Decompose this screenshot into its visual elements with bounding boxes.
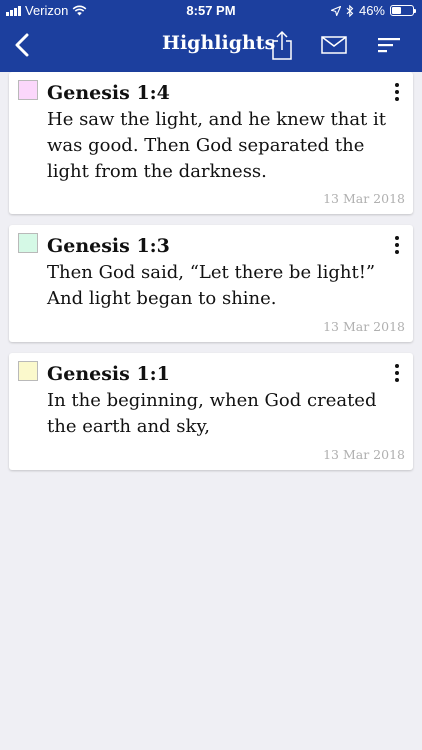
highlights-list: Genesis 1:4 He saw the light, and he kne… xyxy=(9,72,413,481)
page-title: Highlights xyxy=(162,32,276,54)
verse-reference: Genesis 1:4 xyxy=(47,82,170,104)
share-icon xyxy=(272,30,292,60)
battery-icon xyxy=(390,5,416,16)
app-header: Verizon 8:57 PM 46% Highlights xyxy=(0,0,422,72)
highlight-date: 13 Mar 2018 xyxy=(323,191,405,206)
location-arrow-icon xyxy=(330,5,341,16)
verse-text: In the beginning, when God created the e… xyxy=(47,390,377,437)
highlight-date: 13 Mar 2018 xyxy=(323,447,405,462)
more-options-button[interactable] xyxy=(389,234,405,256)
highlight-date: 13 Mar 2018 xyxy=(323,319,405,334)
highlight-card[interactable]: Genesis 1:3 Then God said, “Let there be… xyxy=(9,225,413,342)
battery-percent: 46% xyxy=(358,3,385,18)
verse-text: Then God said, “Let there be light!” And… xyxy=(47,262,376,309)
bluetooth-icon xyxy=(346,4,354,17)
more-vertical-icon xyxy=(395,83,399,87)
verse-text: He saw the light, and he knew that it wa… xyxy=(47,109,386,182)
sort-icon xyxy=(378,38,400,53)
status-right: 46% xyxy=(330,3,416,18)
verse-reference: Genesis 1:3 xyxy=(47,235,170,257)
verse-reference: Genesis 1:1 xyxy=(47,363,170,385)
highlight-card[interactable]: Genesis 1:1 In the beginning, when God c… xyxy=(9,353,413,470)
more-options-button[interactable] xyxy=(389,81,405,103)
highlight-color-swatch xyxy=(18,361,38,381)
highlight-card[interactable]: Genesis 1:4 He saw the light, and he kne… xyxy=(9,72,413,214)
highlight-color-swatch xyxy=(18,80,38,100)
navigation-bar: Highlights xyxy=(0,22,422,72)
more-vertical-icon xyxy=(395,364,399,368)
sort-button[interactable] xyxy=(371,28,407,62)
status-bar: Verizon 8:57 PM 46% xyxy=(0,0,422,22)
mail-button[interactable] xyxy=(316,28,352,62)
more-options-button[interactable] xyxy=(389,362,405,384)
mail-icon xyxy=(321,36,347,54)
share-button[interactable] xyxy=(264,28,300,62)
battery-fill xyxy=(392,7,402,14)
back-button[interactable] xyxy=(6,28,38,62)
more-vertical-icon xyxy=(395,236,399,240)
highlight-color-swatch xyxy=(18,233,38,253)
chevron-left-icon xyxy=(15,33,29,57)
